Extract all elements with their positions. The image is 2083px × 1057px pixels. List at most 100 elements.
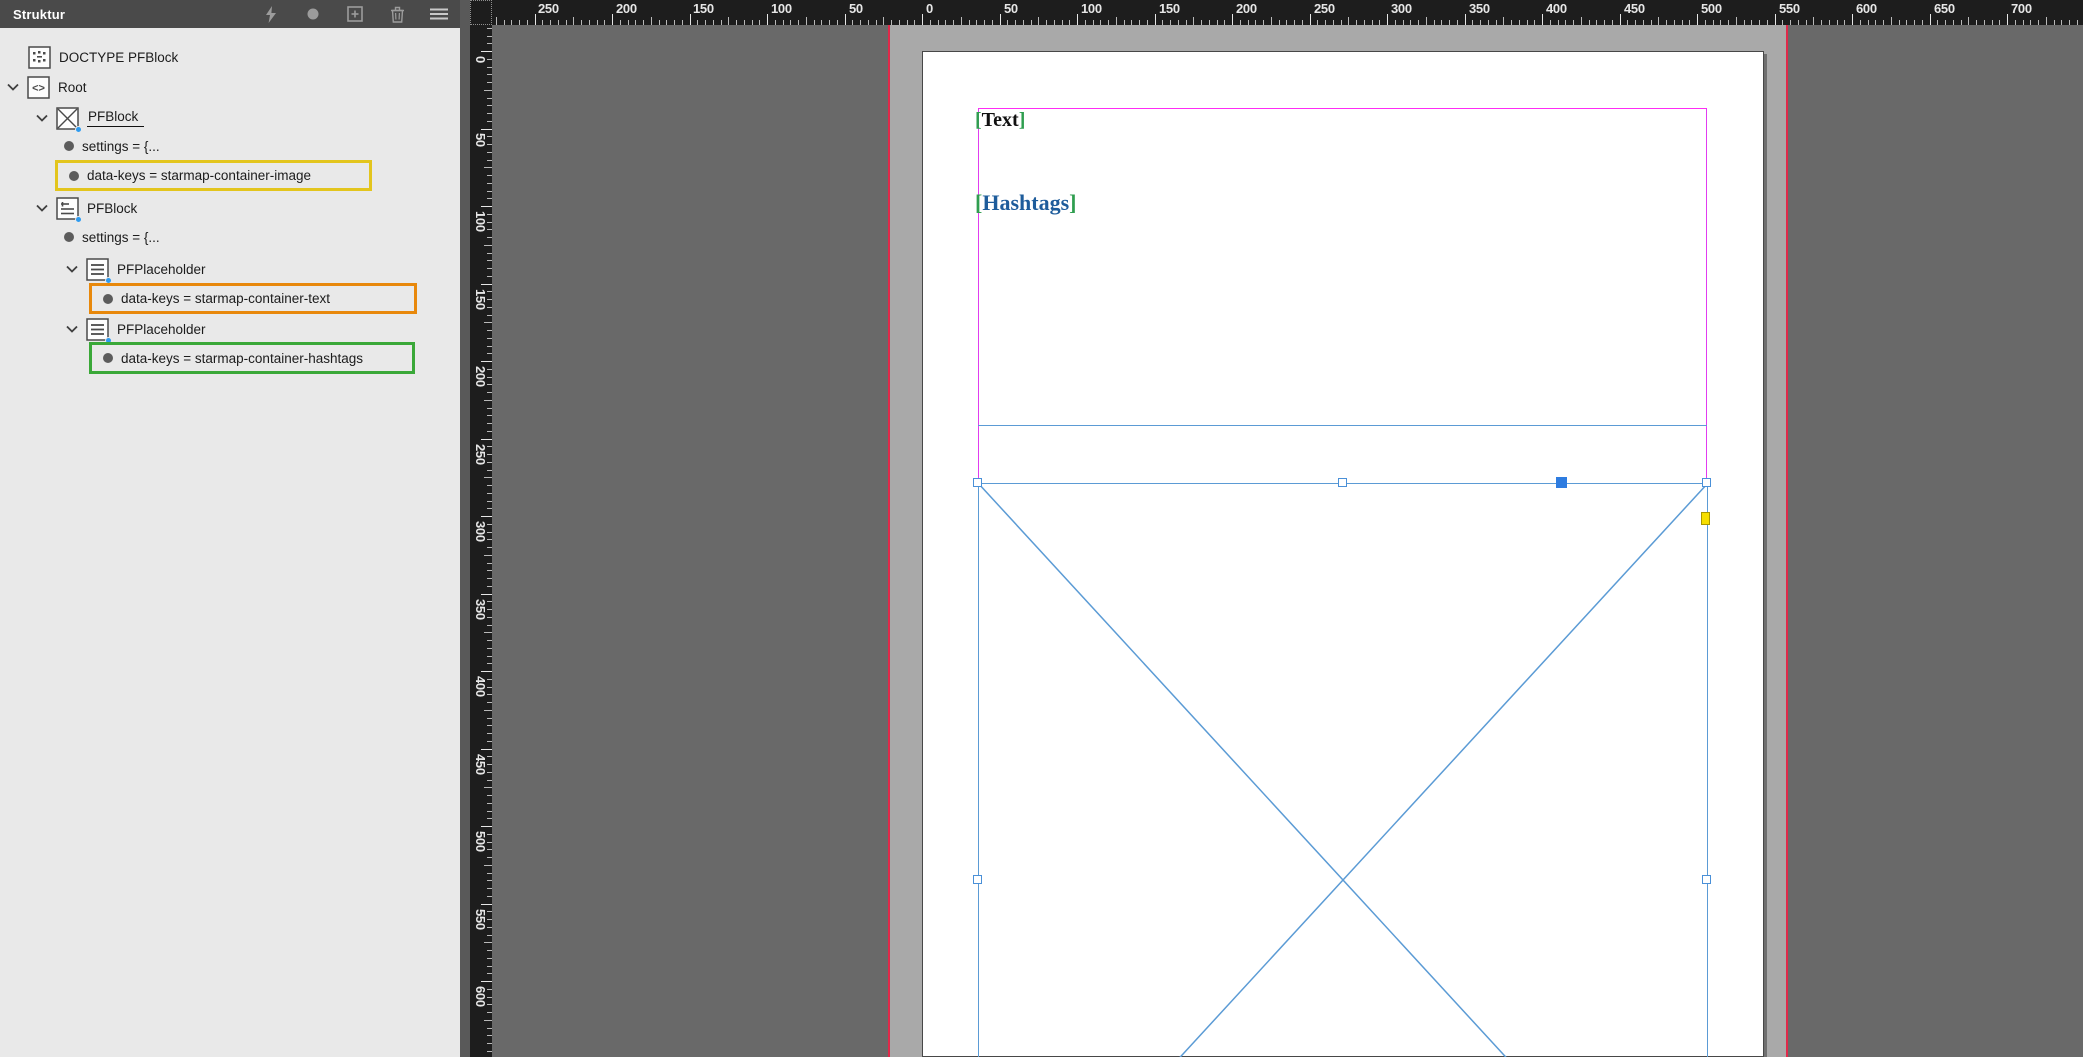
ruler-label: 250 <box>473 444 488 465</box>
hashtags-placeholder-label: Hashtags <box>982 190 1069 215</box>
panel-toolbar <box>262 5 448 23</box>
attribute-bullet-icon <box>103 294 113 304</box>
tree-item-label: PFBlock <box>87 109 144 127</box>
ruler-label: 0 <box>926 1 933 16</box>
ruler-label: 650 <box>1934 1 1955 16</box>
ruler-label: 500 <box>473 831 488 852</box>
ruler-label: 200 <box>1236 1 1257 16</box>
chevron-down-icon[interactable] <box>7 83 19 91</box>
ruler-label: 350 <box>473 599 488 620</box>
chevron-down-icon[interactable] <box>36 114 48 122</box>
handle-top-center[interactable] <box>1338 478 1347 487</box>
svg-text:<>: <> <box>32 82 45 94</box>
document-canvas[interactable]: [Text] [Hashtags] <box>492 25 2083 1057</box>
tree-item-root[interactable]: <> Root <box>7 72 87 102</box>
ruler-label: 200 <box>616 1 637 16</box>
tree-item-doctype[interactable]: DOCTYPE PFBlock <box>28 42 178 72</box>
corner-editor-yellow-handle[interactable] <box>1701 512 1710 525</box>
ruler-label: 150 <box>1159 1 1180 16</box>
tree-item-label: PFBlock <box>87 201 137 216</box>
tree-item-label: data-keys = starmap-container-image <box>87 168 311 183</box>
text-placeholder[interactable]: [Text] <box>975 109 1025 132</box>
application-window: Struktur <box>0 0 2083 1057</box>
tree-item-label: Root <box>58 80 87 95</box>
tree-item-pfblock-image[interactable]: PFBlock <box>36 103 144 133</box>
tree-item-label: settings = {... <box>82 230 160 245</box>
tree-item-datakeys-image[interactable]: data-keys = starmap-container-image <box>55 160 372 191</box>
handle-solid-marker[interactable] <box>1556 477 1567 488</box>
tree-item-pfblock-text[interactable]: PFBlock <box>36 193 137 223</box>
tree-item-datakeys-text[interactable]: data-keys = starmap-container-text <box>89 283 417 314</box>
menu-icon[interactable] <box>430 5 448 23</box>
hashtags-placeholder[interactable]: [Hashtags] <box>975 190 1076 216</box>
attribute-bullet-icon <box>64 141 74 151</box>
text-frame-icon <box>86 258 109 281</box>
bleed-guide-right[interactable] <box>1786 25 1788 1057</box>
ruler-label: 500 <box>1701 1 1722 16</box>
story-icon <box>56 197 79 220</box>
tree-item-settings-1[interactable]: settings = {... <box>64 131 160 161</box>
empty-frame-x <box>978 483 1708 1057</box>
structure-panel-header: Struktur <box>0 0 460 28</box>
tree-item-label: PFPlaceholder <box>117 262 206 277</box>
handle-middle-right[interactable] <box>1702 875 1711 884</box>
vertical-ruler[interactable]: 050100150200250300350400450500550600 <box>470 25 492 1057</box>
tree-item-pfplaceholder-text[interactable]: PFPlaceholder <box>66 254 206 284</box>
ruler-label: 550 <box>1779 1 1800 16</box>
chevron-down-icon[interactable] <box>66 325 78 333</box>
flash-icon[interactable] <box>262 5 280 23</box>
ruler-label: 150 <box>693 1 714 16</box>
ruler-label: 50 <box>849 1 863 16</box>
text-frame-icon <box>86 318 109 341</box>
bleed-guide-left[interactable] <box>888 25 890 1057</box>
ruler-label: 300 <box>473 521 488 542</box>
ruler-label: 350 <box>1469 1 1490 16</box>
ruler-label: 700 <box>2011 1 2032 16</box>
attribute-bullet-icon <box>103 353 113 363</box>
handle-middle-left[interactable] <box>973 875 982 884</box>
tree-item-settings-2[interactable]: settings = {... <box>64 222 160 252</box>
ruler-label: 150 <box>473 289 488 310</box>
chevron-down-icon[interactable] <box>36 204 48 212</box>
tag-close-bracket: ] <box>1069 190 1076 215</box>
record-icon[interactable] <box>304 5 322 23</box>
ruler-label: 100 <box>1081 1 1102 16</box>
panel-divider[interactable] <box>460 0 470 1057</box>
handle-top-right[interactable] <box>1702 478 1711 487</box>
ruler-label: 400 <box>1546 1 1567 16</box>
ruler-label: 200 <box>473 366 488 387</box>
text-frame-bottom-edge[interactable] <box>978 425 1707 426</box>
ruler-label: 450 <box>1624 1 1645 16</box>
graphic-frame-icon <box>56 107 79 130</box>
tag-close-bracket: ] <box>1019 109 1026 131</box>
tree-item-label: data-keys = starmap-container-text <box>121 291 330 306</box>
ruler-label: 300 <box>1391 1 1412 16</box>
tree-item-label: settings = {... <box>82 139 160 154</box>
ruler-label: 50 <box>473 133 488 147</box>
trash-icon[interactable] <box>388 5 406 23</box>
ruler-label: 250 <box>1314 1 1335 16</box>
tree-item-pfplaceholder-hashtags[interactable]: PFPlaceholder <box>66 314 206 344</box>
ruler-label: 600 <box>473 986 488 1007</box>
root-element-icon: <> <box>27 76 50 99</box>
tree-item-label: data-keys = starmap-container-hashtags <box>121 351 363 366</box>
tree-item-datakeys-hashtags[interactable]: data-keys = starmap-container-hashtags <box>89 342 415 374</box>
panel-title: Struktur <box>13 7 65 22</box>
horizontal-ruler[interactable]: 2502001501005005010015020025030035040045… <box>492 0 2083 25</box>
add-icon[interactable] <box>346 5 364 23</box>
structure-panel: Struktur <box>0 0 460 1057</box>
ruler-label: 100 <box>473 211 488 232</box>
ruler-label: 50 <box>1004 1 1018 16</box>
doctype-icon <box>28 46 51 69</box>
ruler-label: 100 <box>771 1 792 16</box>
handle-top-left[interactable] <box>973 478 982 487</box>
text-placeholder-label: Text <box>982 109 1019 131</box>
tag-open-bracket: [ <box>975 109 982 131</box>
ruler-origin-box[interactable] <box>470 0 492 25</box>
ruler-label: 250 <box>538 1 559 16</box>
chevron-down-icon[interactable] <box>66 265 78 273</box>
ruler-label: 600 <box>1856 1 1877 16</box>
tree-item-label: DOCTYPE PFBlock <box>59 50 178 65</box>
ruler-label: 0 <box>473 56 488 63</box>
tree-item-label: PFPlaceholder <box>117 322 206 337</box>
